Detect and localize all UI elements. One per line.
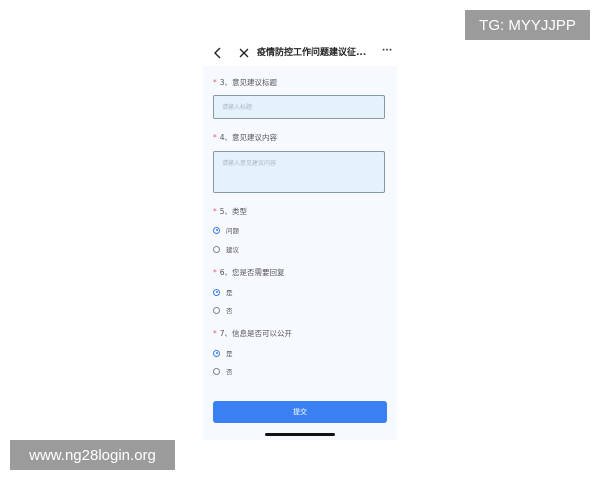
page-title: 疫情防控工作问题建议征... (257, 48, 367, 58)
option-label: 是 (226, 350, 233, 358)
watermark-top: TG: MYYJJPP (465, 10, 590, 40)
watermark-top-text: TG: MYYJJPP (479, 16, 576, 34)
radio-selected-icon[interactable] (213, 288, 220, 296)
required-mark: * (213, 133, 217, 142)
required-mark: * (213, 207, 217, 216)
radio-unselected-icon[interactable] (213, 245, 220, 253)
public-option-yes[interactable]: 是 (213, 347, 233, 359)
required-mark: * (213, 78, 217, 87)
radio-unselected-icon[interactable] (213, 367, 220, 375)
radio-selected-icon[interactable] (213, 226, 220, 234)
chevron-left-icon[interactable] (211, 46, 225, 60)
question-5-label: * 5、类型 (213, 206, 247, 218)
required-mark: * (213, 329, 217, 338)
question-3-label: * 3、意见建议标题 (213, 77, 277, 89)
option-label: 是 (226, 289, 233, 297)
question-4-text: 4、意见建议内容 (219, 133, 278, 142)
nav-bar: 疫情防控工作问题建议征... ··· (203, 40, 397, 66)
watermark-bottom: www.ng28login.org (10, 440, 175, 470)
reply-option-yes[interactable]: 是 (213, 286, 233, 298)
question-4-label: * 4、意见建议内容 (213, 132, 277, 144)
type-option-problem[interactable]: 问题 (213, 224, 239, 236)
question-6-label: * 6、您是否需要回复 (213, 267, 285, 279)
option-label: 问题 (226, 227, 239, 235)
phone-screen: 疫情防控工作问题建议征... ··· * 3、意见建议标题 请输入标题 * 4、意见… (203, 40, 397, 440)
title-input-placeholder: 请输入标题 (222, 104, 253, 111)
content-textarea-placeholder: 请输入意见建议内容 (222, 160, 277, 167)
submit-button[interactable]: 提交 (213, 401, 387, 423)
question-5-text: 5、类型 (219, 207, 248, 216)
question-7-text: 7、信息是否可以公开 (219, 329, 293, 338)
public-option-no[interactable]: 否 (213, 365, 233, 377)
question-3-text: 3、意见建议标题 (219, 78, 278, 87)
radio-selected-icon[interactable] (213, 349, 220, 357)
content-textarea[interactable]: 请输入意见建议内容 (213, 151, 385, 193)
question-7-label: * 7、信息是否可以公开 (213, 328, 292, 340)
option-label: 否 (226, 307, 233, 315)
title-input[interactable]: 请输入标题 (213, 95, 385, 119)
option-label: 建议 (226, 246, 239, 254)
watermark-bottom-text: www.ng28login.org (29, 446, 156, 464)
radio-unselected-icon[interactable] (213, 306, 220, 314)
screenshot: TG: MYYJJPP 疫情防控工作问题建议征... ··· * 3、意见建议标题… (0, 0, 600, 480)
close-icon[interactable] (237, 46, 251, 60)
type-option-suggestion[interactable]: 建议 (213, 243, 239, 255)
required-mark: * (213, 268, 217, 277)
home-indicator[interactable] (265, 433, 335, 436)
option-label: 否 (226, 368, 233, 376)
more-icon[interactable]: ··· (381, 44, 393, 58)
question-6-text: 6、您是否需要回复 (219, 268, 285, 277)
reply-option-no[interactable]: 否 (213, 304, 233, 316)
